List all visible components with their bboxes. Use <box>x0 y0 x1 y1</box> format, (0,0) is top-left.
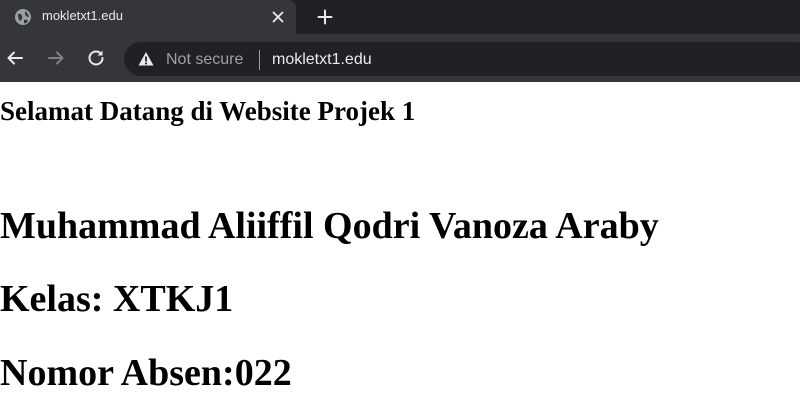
student-name-heading: Muhammad Aliiffil Qodri Vanoza Araby <box>0 205 659 247</box>
arrow-back-icon <box>7 51 23 65</box>
browser-toolbar: Not secure mokletxt1.edu <box>0 34 800 82</box>
globe-icon <box>15 9 31 25</box>
reload-icon <box>88 50 104 66</box>
web-page-content: Selamat Datang di Website Projek 1 Muham… <box>0 82 800 409</box>
tab-close-button[interactable] <box>268 7 288 27</box>
plus-icon <box>317 9 333 25</box>
omnibox-divider <box>259 50 260 70</box>
back-button[interactable] <box>4 47 26 69</box>
url-text[interactable]: mokletxt1.edu <box>272 51 372 69</box>
browser-tab[interactable]: mokletxt1.edu <box>0 0 296 34</box>
close-icon <box>272 11 284 23</box>
welcome-heading: Selamat Datang di Website Projek 1 <box>0 96 416 126</box>
forward-button[interactable] <box>45 47 67 69</box>
new-tab-button[interactable] <box>313 5 337 29</box>
attendance-number-heading: Nomor Absen:022 <box>0 352 292 394</box>
security-status-label[interactable]: Not secure <box>166 51 243 69</box>
arrow-forward-icon <box>48 51 64 65</box>
class-heading: Kelas: XTKJ1 <box>0 278 234 320</box>
warning-icon[interactable] <box>138 51 154 67</box>
address-bar[interactable]: Not secure mokletxt1.edu <box>124 42 800 76</box>
reload-button[interactable] <box>85 47 107 69</box>
tab-strip: mokletxt1.edu <box>0 0 800 34</box>
tab-title: mokletxt1.edu <box>42 8 123 23</box>
